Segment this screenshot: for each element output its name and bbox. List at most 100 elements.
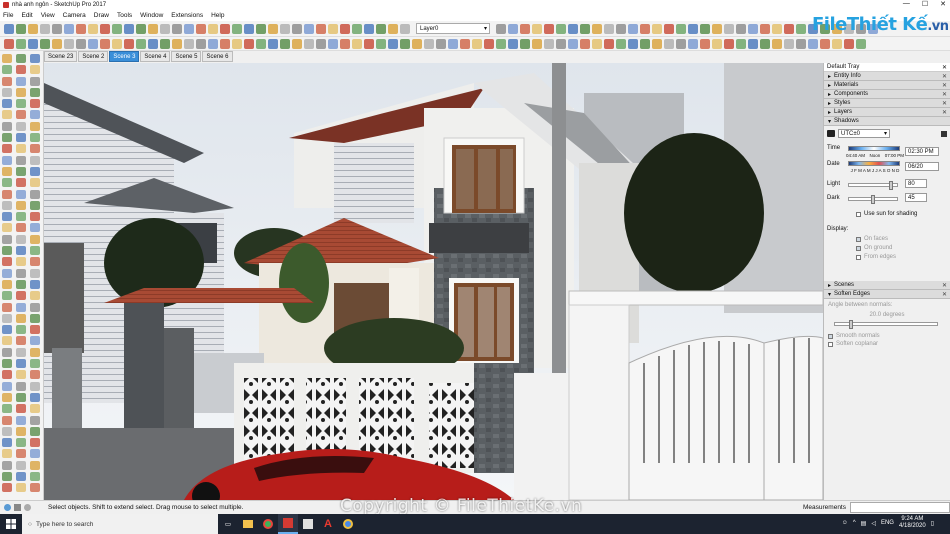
- dark-slider-handle[interactable]: [871, 195, 875, 204]
- palette-tool-icon[interactable]: [2, 178, 12, 188]
- measurements-input[interactable]: [850, 502, 950, 513]
- toolbar-tool-icon[interactable]: [76, 38, 86, 49]
- tray-close-icon[interactable]: ✕: [942, 64, 947, 71]
- toolbar-tool-icon[interactable]: [316, 38, 326, 49]
- panel-header[interactable]: ▸ Styles ✕: [824, 99, 950, 108]
- palette-tool-icon[interactable]: [16, 381, 26, 391]
- palette-tool-icon[interactable]: [2, 392, 12, 402]
- toolbar-tool-icon[interactable]: [484, 38, 494, 49]
- menu-extensions[interactable]: Extensions: [171, 12, 203, 19]
- palette-tool-icon[interactable]: [30, 257, 40, 267]
- toolbar-tool-icon[interactable]: [256, 23, 266, 34]
- toolbar-tool-icon[interactable]: [568, 23, 578, 34]
- geo-location-icon[interactable]: [4, 504, 11, 511]
- toolbar-tool-icon[interactable]: [328, 23, 338, 34]
- toolbar-tool-icon[interactable]: [376, 23, 386, 34]
- toolbar-tool-icon[interactable]: [184, 23, 194, 34]
- network-icon[interactable]: ▤: [861, 520, 867, 527]
- palette-tool-icon[interactable]: [16, 347, 26, 357]
- toolbar-tool-icon[interactable]: [304, 38, 314, 49]
- task-view-icon[interactable]: ▭: [218, 514, 238, 534]
- palette-tool-icon[interactable]: [2, 212, 12, 222]
- palette-tool-icon[interactable]: [16, 144, 26, 154]
- toolbar-tool-icon[interactable]: [628, 38, 638, 49]
- chrome-icon-2[interactable]: [338, 514, 358, 534]
- palette-tool-icon[interactable]: [2, 381, 12, 391]
- palette-tool-icon[interactable]: [2, 189, 12, 199]
- time-field[interactable]: 02:30 PM: [905, 147, 939, 156]
- toolbar-tool-icon[interactable]: [760, 38, 770, 49]
- palette-tool-icon[interactable]: [2, 133, 12, 143]
- toolbar-tool-icon[interactable]: [244, 38, 254, 49]
- toolbar-tool-icon[interactable]: [280, 23, 290, 34]
- toolbar-tool-icon[interactable]: [340, 23, 350, 34]
- panel-close-icon[interactable]: ✕: [942, 73, 947, 80]
- palette-tool-icon[interactable]: [2, 404, 12, 414]
- shadow-settings-icon[interactable]: [941, 131, 947, 137]
- scene-tab[interactable]: Scene 3: [109, 51, 140, 62]
- menu-help[interactable]: Help: [211, 12, 224, 19]
- palette-tool-icon[interactable]: [30, 381, 40, 391]
- date-field[interactable]: 06/20: [905, 162, 939, 171]
- toolbar-tool-icon[interactable]: [220, 38, 230, 49]
- palette-tool-icon[interactable]: [16, 246, 26, 256]
- toolbar-tool-icon[interactable]: [88, 38, 98, 49]
- soften-coplanar-checkbox[interactable]: [828, 341, 833, 347]
- palette-tool-icon[interactable]: [30, 166, 40, 176]
- toolbar-tool-icon[interactable]: [472, 38, 482, 49]
- toolbar-tool-icon[interactable]: [124, 38, 134, 49]
- toolbar-tool-icon[interactable]: [64, 38, 74, 49]
- palette-tool-icon[interactable]: [30, 87, 40, 97]
- palette-tool-icon[interactable]: [30, 155, 40, 165]
- notifications-icon[interactable]: ▯: [931, 520, 934, 527]
- palette-tool-icon[interactable]: [16, 200, 26, 210]
- toolbar-tool-icon[interactable]: [112, 38, 122, 49]
- panel-header[interactable]: ▸ Materials ✕: [824, 81, 950, 90]
- palette-tool-icon[interactable]: [30, 302, 40, 312]
- chevron-up-icon[interactable]: ^: [853, 520, 856, 526]
- palette-tool-icon[interactable]: [16, 234, 26, 244]
- toolbar-tool-icon[interactable]: [160, 38, 170, 49]
- palette-tool-icon[interactable]: [30, 449, 40, 459]
- palette-tool-icon[interactable]: [16, 291, 26, 301]
- toolbar-tool-icon[interactable]: [652, 23, 662, 34]
- toolbar-tool-icon[interactable]: [520, 38, 530, 49]
- scene-tab[interactable]: Scene 2: [78, 51, 109, 62]
- toolbar-tool-icon[interactable]: [232, 38, 242, 49]
- shadow-toggle-icon[interactable]: [827, 130, 835, 137]
- layer-select[interactable]: Layer0 ▾: [416, 23, 490, 34]
- panel-close-icon[interactable]: ✕: [942, 109, 947, 116]
- palette-tool-icon[interactable]: [30, 336, 40, 346]
- palette-tool-icon[interactable]: [30, 370, 40, 380]
- toolbar-tool-icon[interactable]: [640, 38, 650, 49]
- toolbar-tool-icon[interactable]: [796, 38, 806, 49]
- toolbar-tool-icon[interactable]: [316, 23, 326, 34]
- toolbar-tool-icon[interactable]: [220, 23, 230, 34]
- toolbar-tool-icon[interactable]: [52, 38, 62, 49]
- palette-tool-icon[interactable]: [2, 370, 12, 380]
- palette-tool-icon[interactable]: [2, 313, 12, 323]
- toolbar-tool-icon[interactable]: [760, 23, 770, 34]
- palette-tool-icon[interactable]: [30, 110, 40, 120]
- toolbar-tool-icon[interactable]: [688, 23, 698, 34]
- toolbar-tool-icon[interactable]: [124, 23, 134, 34]
- toolbar-tool-icon[interactable]: [736, 38, 746, 49]
- palette-tool-icon[interactable]: [16, 76, 26, 86]
- palette-tool-icon[interactable]: [16, 392, 26, 402]
- palette-tool-icon[interactable]: [2, 460, 12, 470]
- palette-tool-icon[interactable]: [16, 460, 26, 470]
- close-button[interactable]: ✕: [940, 0, 946, 8]
- toolbar-tool-icon[interactable]: [448, 38, 458, 49]
- palette-tool-icon[interactable]: [30, 144, 40, 154]
- toolbar-tool-icon[interactable]: [40, 38, 50, 49]
- toolbar-tool-icon[interactable]: [280, 38, 290, 49]
- palette-tool-icon[interactable]: [2, 279, 12, 289]
- toolbar-tool-icon[interactable]: [16, 38, 26, 49]
- panel-scenes-close-icon[interactable]: ✕: [942, 282, 947, 289]
- toolbar-tool-icon[interactable]: [544, 38, 554, 49]
- people-icon[interactable]: ☺: [842, 520, 848, 526]
- toolbar-tool-icon[interactable]: [748, 23, 758, 34]
- palette-tool-icon[interactable]: [16, 483, 26, 493]
- palette-tool-icon[interactable]: [2, 144, 12, 154]
- toolbar-tool-icon[interactable]: [592, 23, 602, 34]
